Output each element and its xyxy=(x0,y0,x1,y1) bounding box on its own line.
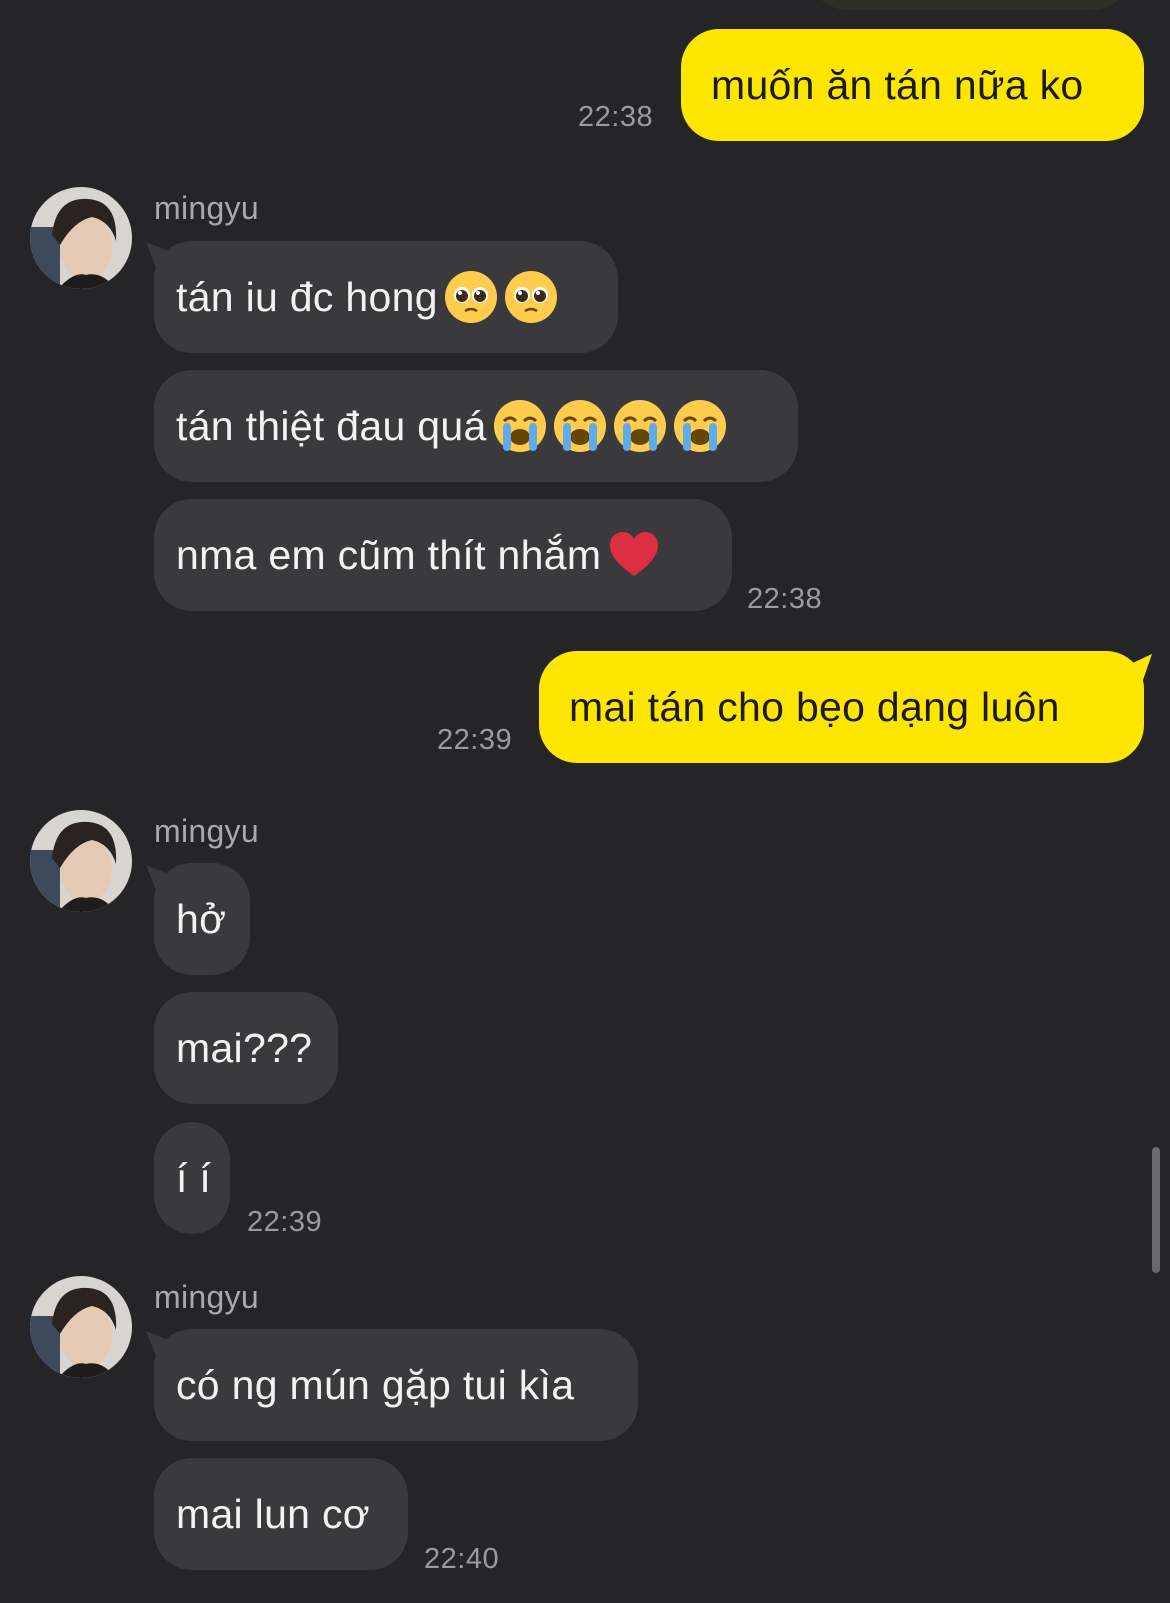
message-text: có ng mún gặp tui kìa xyxy=(176,1361,575,1408)
previous-bubble-edge xyxy=(808,0,1132,10)
message-bubble-outgoing[interactable]: muốn ăn tán nữa ko xyxy=(681,29,1144,141)
pleading-face-icon xyxy=(444,270,498,324)
loudly-crying-face-icon xyxy=(493,399,547,453)
avatar[interactable] xyxy=(30,810,132,912)
message-text: hở xyxy=(176,895,227,942)
message-bubble-incoming[interactable]: nma em cũm thít nhắm xyxy=(154,499,732,611)
loudly-crying-face-icon xyxy=(673,399,727,453)
message-text: tán thiệt đau quá xyxy=(176,402,487,449)
message-timestamp: 22:39 xyxy=(437,724,513,756)
message-timestamp: 22:38 xyxy=(578,101,654,133)
message-timestamp: 22:39 xyxy=(247,1206,323,1238)
message-bubble-incoming[interactable]: tán thiệt đau quá xyxy=(154,370,798,482)
message-text: nma em cũm thít nhắm xyxy=(176,531,602,578)
scrollbar[interactable] xyxy=(1152,1147,1160,1273)
message-bubble-incoming[interactable]: í í xyxy=(154,1122,230,1234)
avatar[interactable] xyxy=(30,1276,132,1378)
avatar[interactable] xyxy=(30,187,132,289)
red-heart-icon xyxy=(607,528,661,582)
message-bubble-outgoing[interactable]: mai tán cho bẹo dạng luôn xyxy=(539,651,1144,763)
loudly-crying-face-icon xyxy=(553,399,607,453)
message-text: muốn ăn tán nữa ko xyxy=(711,61,1084,108)
message-text: mai tán cho bẹo dạng luôn xyxy=(569,683,1060,730)
message-bubble-incoming[interactable]: mai lun cơ xyxy=(154,1458,408,1570)
pleading-face-icon xyxy=(504,270,558,324)
loudly-crying-face-icon xyxy=(613,399,667,453)
message-text: mai??? xyxy=(176,1024,313,1071)
message-bubble-incoming[interactable]: tán iu đc hong xyxy=(154,241,618,353)
message-text: mai lun cơ xyxy=(176,1490,370,1537)
message-timestamp: 22:38 xyxy=(747,583,823,615)
message-bubble-incoming[interactable]: mai??? xyxy=(154,992,338,1104)
sender-name: mingyu xyxy=(154,813,259,849)
message-bubble-incoming[interactable]: hở xyxy=(154,863,250,975)
message-timestamp: 22:40 xyxy=(424,1543,500,1575)
sender-name: mingyu xyxy=(154,1279,259,1315)
message-text: tán iu đc hong xyxy=(176,273,438,320)
message-bubble-incoming[interactable]: có ng mún gặp tui kìa xyxy=(154,1329,638,1441)
sender-name: mingyu xyxy=(154,190,259,226)
message-text: í í xyxy=(176,1154,212,1201)
